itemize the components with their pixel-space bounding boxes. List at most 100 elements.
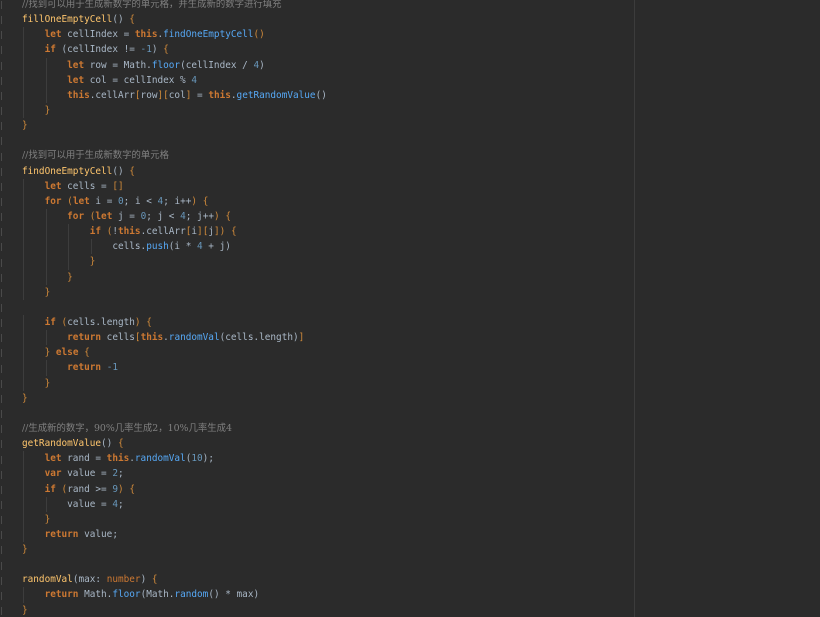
code-line[interactable]: cells.push(i * 4 + j)	[0, 239, 327, 255]
indent-guide	[23, 72, 24, 88]
code-token: ;	[117, 468, 124, 480]
code-line[interactable]: let rand = this.randomVal(10);	[0, 451, 327, 467]
code-token: if	[44, 316, 56, 328]
code-line[interactable]	[0, 133, 327, 148]
code-token: cells	[101, 332, 135, 344]
code-line[interactable]: } else {	[0, 345, 327, 361]
code-token: let	[95, 210, 113, 222]
code-line[interactable]	[0, 406, 327, 421]
code-token: return	[44, 589, 79, 601]
code-token: findOneEmptyCell	[22, 165, 113, 177]
code-line[interactable]: for (let i = 0; i < 4; i++) {	[0, 193, 327, 209]
code-line[interactable]: }	[0, 375, 327, 391]
code-line[interactable]: findOneEmptyCell() {	[0, 164, 327, 179]
code-token: let	[44, 180, 62, 192]
code-line[interactable]: if (cellIndex != -1) {	[0, 42, 327, 58]
indent-guide	[68, 239, 70, 255]
code-token: for	[67, 210, 85, 222]
code-token: + j)	[202, 241, 231, 253]
code-token: {	[129, 483, 135, 495]
code-editor[interactable]: //找到可以用于生成新数字的单元格，并生成新的数字进行填充 fillOneEmpt…	[0, 0, 820, 617]
code-line[interactable]: }	[0, 511, 327, 527]
code-line[interactable]: randomVal(max: number) {	[0, 572, 327, 587]
code-line[interactable]: value = 4;	[0, 496, 327, 512]
code-line[interactable]: if (cells.length) {	[0, 314, 327, 331]
code-line[interactable]: if (rand >= 9) {	[0, 481, 327, 497]
code-line[interactable]: //找到可以用于生成新数字的单元格，并生成新的数字进行填充	[0, 0, 327, 12]
indent-guide	[45, 57, 47, 73]
code-line[interactable]: }	[0, 542, 327, 557]
indent-guide	[23, 481, 24, 497]
indent-guide	[23, 345, 24, 361]
code-line[interactable]: return -1	[0, 360, 327, 376]
code-line[interactable]: let cells = []	[0, 178, 327, 194]
code-comment: //找到可以用于生成新数字的单元格，并生成新的数字进行填充	[22, 0, 282, 10]
code-token: number	[106, 574, 141, 586]
right-margin-guide	[634, 0, 635, 617]
code-token: this	[67, 89, 90, 101]
code-line[interactable]: return cells[this.randomVal(cells.length…	[0, 330, 327, 346]
code-token: this	[106, 453, 130, 465]
code-token: (cells.length)	[219, 332, 299, 344]
code-line[interactable]: let cellIndex = this.findOneEmptyCell()	[0, 27, 327, 43]
code-token: {	[230, 226, 237, 238]
code-line[interactable]: //生成新的数字，90%几率生成2，10%几率生成4	[0, 421, 327, 436]
code-token: []	[112, 180, 124, 192]
code-token: (max:	[72, 574, 107, 586]
code-token: if	[89, 226, 102, 238]
code-token: return	[67, 362, 102, 374]
indent-guide	[45, 330, 47, 346]
code-line[interactable]: }	[0, 118, 327, 133]
code-line[interactable]: for (let j = 0; j < 4; j++) {	[0, 208, 327, 225]
code-line[interactable]: let row = Math.floor(cellIndex / 4)	[0, 57, 327, 73]
code-area[interactable]: //找到可以用于生成新数字的单元格，并生成新的数字进行填充 fillOneEmpt…	[0, 0, 327, 617]
code-token: ; i <	[123, 195, 158, 207]
code-line[interactable]: return value;	[0, 526, 327, 543]
code-token: =	[191, 89, 209, 101]
code-line[interactable]: getRandomValue() {	[0, 436, 327, 451]
code-token: {	[146, 316, 152, 328]
code-token: }	[44, 513, 51, 525]
code-token: (cellIndex !=	[55, 44, 141, 56]
code-token: (i *	[168, 241, 197, 253]
code-line[interactable]: if (!this.cellArr[i][j]) {	[0, 224, 327, 240]
code-line[interactable]: this.cellArr[row][col] = this.getRandomV…	[0, 87, 327, 103]
code-line[interactable]: }	[0, 391, 327, 406]
code-token: }	[22, 120, 28, 132]
code-token: cells.	[112, 241, 147, 253]
indent-guide	[45, 224, 47, 240]
code-line[interactable]	[0, 557, 327, 572]
code-token: }	[22, 544, 28, 556]
code-line[interactable]: }	[0, 102, 327, 119]
code-token: floor	[151, 59, 181, 71]
code-line[interactable]: let col = cellIndex % 4	[0, 72, 327, 88]
code-line[interactable]: }	[0, 284, 327, 300]
code-line[interactable]: }	[0, 269, 327, 285]
code-token: col	[168, 89, 186, 101]
indent-guide	[23, 178, 24, 194]
code-line[interactable]: fillOneEmptyCell() {	[0, 12, 327, 27]
code-line[interactable]: }	[0, 603, 327, 617]
code-token: let	[44, 29, 62, 41]
code-line[interactable]: }	[0, 254, 327, 270]
indent-guide	[23, 193, 24, 209]
indent-guide	[45, 269, 47, 285]
code-line[interactable]	[0, 300, 327, 315]
indent-guide	[23, 208, 24, 225]
code-token: push	[146, 241, 169, 253]
code-token: row = Math.	[84, 59, 152, 71]
code-token: {	[202, 195, 209, 207]
code-token: ()	[315, 89, 327, 101]
code-line[interactable]: return Math.floor(Math.random() * max)	[0, 587, 327, 603]
code-line[interactable]: //找到可以用于生成新数字的单元格	[0, 148, 327, 163]
code-line[interactable]: var value = 2;	[0, 466, 327, 482]
